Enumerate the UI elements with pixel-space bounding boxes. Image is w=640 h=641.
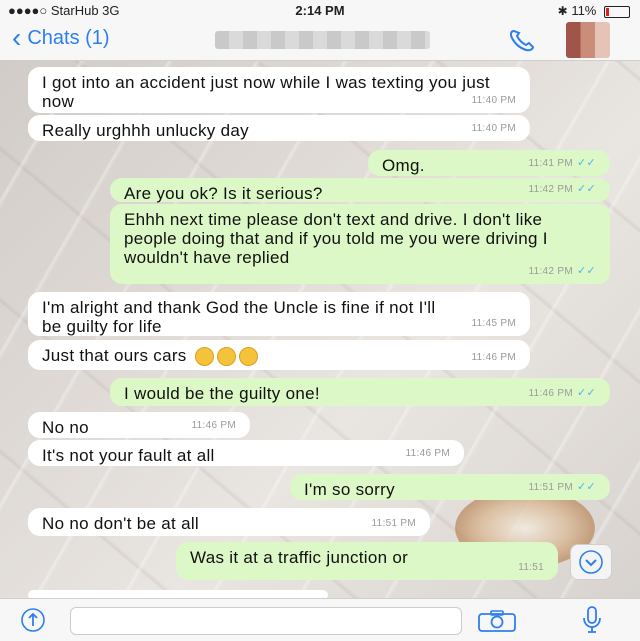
message-time: 11:41 PM	[528, 158, 573, 169]
status-bar: ●●●●○ StarHub 3G 2:14 PM ✱ 11%	[0, 0, 640, 20]
message-time: 11:40 PM	[471, 123, 516, 134]
message-text: Omg.	[382, 156, 425, 175]
back-label: Chats (1)	[27, 26, 110, 49]
message-input-bar	[0, 598, 640, 641]
message-bubble-incoming[interactable]: Just that ours cars 11:46 PM	[28, 340, 530, 370]
share-icon	[21, 608, 45, 632]
message-bubble-incoming[interactable]: No no don't be at all 11:51 PM	[28, 508, 430, 536]
message-text: I got into an accident just now while I …	[42, 73, 490, 111]
message-text: It's not your fault at all	[42, 446, 215, 465]
message-bubble-outgoing[interactable]: Was it at a traffic junction or 11:51	[176, 542, 558, 580]
contact-name-redacted[interactable]	[215, 31, 430, 49]
message-time: 11:51 PM	[371, 518, 416, 529]
message-text: Really urghhh unlucky day	[42, 121, 249, 140]
message-bubble-outgoing[interactable]: Ehhh next time please don't text and dri…	[110, 204, 610, 284]
phone-icon	[509, 29, 535, 52]
battery-percentage: 11%	[571, 3, 597, 18]
battery-status: ✱ 11%	[558, 3, 630, 18]
message-time: 11:51 PM	[528, 482, 573, 493]
message-time: 11:40 PM	[471, 95, 516, 106]
message-time: 11:46 PM	[471, 352, 516, 363]
message-bubble-outgoing[interactable]: Omg. 11:41 PM ✓✓	[368, 150, 610, 176]
scroll-to-bottom-button[interactable]	[570, 544, 612, 580]
message-bubble-outgoing[interactable]: I'm so sorry 11:51 PM ✓✓	[290, 474, 610, 500]
grimacing-face-emoji-icon	[194, 347, 214, 367]
clock: 2:14 PM	[295, 3, 345, 18]
battery-icon	[604, 5, 630, 18]
message-time: 11:46 PM	[528, 388, 573, 399]
double-check-icon: ✓✓	[576, 387, 596, 399]
message-bubble-outgoing[interactable]: Are you ok? Is it serious? 11:42 PM ✓✓	[110, 178, 610, 203]
message-input[interactable]	[70, 607, 462, 635]
message-time: 11:46 PM	[191, 420, 236, 431]
back-button[interactable]: ‹ Chats (1)	[12, 22, 110, 53]
message-bubble-outgoing[interactable]: I would be the guilty one! 11:46 PM ✓✓	[110, 378, 610, 406]
chat-header: ‹ Chats (1)	[0, 20, 640, 61]
message-time: 11:42 PM	[528, 184, 573, 195]
message-bubble-incoming[interactable]: I'm alright and thank God the Uncle is f…	[28, 292, 530, 336]
camera-icon	[478, 610, 516, 632]
message-text: I'm so sorry	[304, 480, 395, 499]
camera-button[interactable]	[476, 609, 518, 633]
chevron-down-icon	[579, 550, 603, 574]
bluetooth-icon: ✱	[557, 4, 568, 18]
contact-avatar[interactable]	[566, 22, 610, 58]
message-text: I'm alright and thank God the Uncle is f…	[42, 298, 436, 336]
message-text: Ehhh next time please don't text and dri…	[124, 210, 548, 267]
chevron-left-icon: ‹	[12, 22, 22, 53]
double-check-icon: ✓✓	[576, 265, 596, 277]
attach-button[interactable]	[16, 607, 50, 633]
grimacing-face-emoji-icon	[238, 347, 258, 367]
message-time: 11:45 PM	[471, 318, 516, 329]
microphone-icon	[583, 606, 601, 633]
message-time: 11:42 PM	[528, 266, 573, 277]
message-bubble-incoming[interactable]: No no 11:46 PM	[28, 412, 250, 438]
voice-message-button[interactable]	[580, 605, 604, 635]
double-check-icon: ✓✓	[576, 157, 596, 169]
double-check-icon: ✓✓	[576, 481, 596, 493]
message-text: No no	[42, 418, 89, 437]
message-time: 11:46 PM	[405, 448, 450, 459]
message-text: Was it at a traffic junction or	[190, 548, 409, 567]
message-bubble-incoming[interactable]: Really urghhh unlucky day 11:40 PM	[28, 115, 530, 141]
grimacing-face-emoji-icon	[216, 347, 236, 367]
double-check-icon: ✓✓	[576, 183, 596, 195]
message-time: 11:51	[518, 562, 544, 573]
message-bubble-incoming[interactable]: It's not your fault at all 11:46 PM	[28, 440, 464, 466]
message-text: Are you ok? Is it serious?	[124, 184, 323, 203]
message-text: I would be the guilty one!	[124, 384, 320, 403]
message-text: No no don't be at all	[42, 514, 199, 533]
message-text: Just that ours cars	[42, 346, 187, 365]
call-button[interactable]	[506, 28, 542, 52]
message-bubble-incoming[interactable]: I got into an accident just now while I …	[28, 67, 530, 113]
